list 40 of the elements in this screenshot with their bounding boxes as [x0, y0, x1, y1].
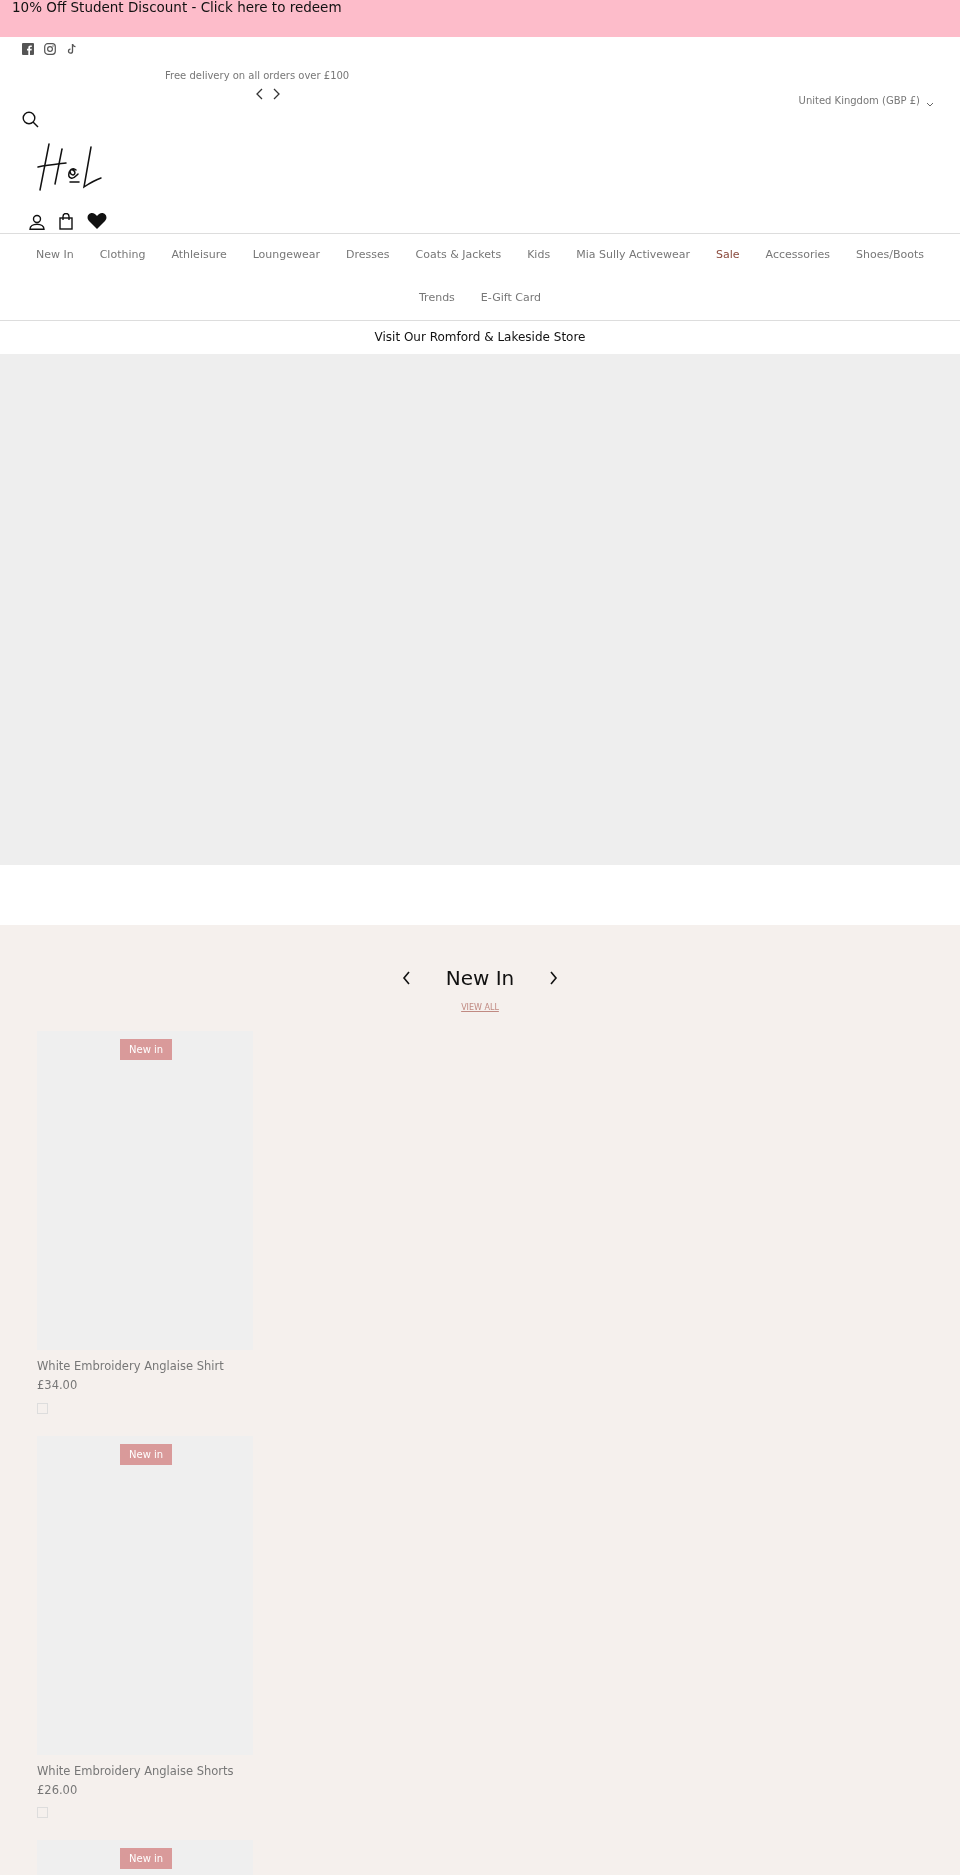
tiktok-icon[interactable] — [66, 43, 78, 55]
nav-link[interactable]: Trends — [406, 277, 468, 320]
color-swatch[interactable] — [37, 1402, 48, 1414]
instagram-icon[interactable] — [44, 43, 56, 55]
nav-link[interactable]: E-Gift Card — [467, 277, 554, 320]
product-badge: New in — [120, 1848, 173, 1869]
announcement-text: Free delivery on all orders over £100 — [165, 69, 350, 83]
search-icon[interactable] — [22, 111, 39, 128]
chevron-left-icon[interactable] — [401, 971, 412, 985]
view-all-link[interactable]: VIEW ALL — [461, 1002, 499, 1014]
product-badge: New in — [120, 1039, 173, 1060]
nav-link[interactable]: Sale — [703, 234, 753, 277]
nav-link[interactable]: Kids — [514, 234, 564, 277]
chevron-left-icon[interactable] — [255, 88, 265, 100]
account-icon[interactable] — [29, 214, 45, 230]
product-title[interactable]: White Embroidery Anglaise Shorts — [37, 1762, 960, 1780]
chevron-right-icon[interactable] — [548, 971, 559, 985]
store-banner-text: Visit Our Romford & Lakeside Store — [373, 329, 587, 346]
facebook-icon[interactable] — [22, 43, 34, 55]
nav-link[interactable]: Loungewear — [239, 234, 334, 277]
bag-icon[interactable] — [59, 213, 73, 230]
nav-link[interactable]: Shoes/Boots — [843, 234, 938, 277]
chevron-right-icon[interactable] — [271, 88, 281, 100]
section-heading: New In — [445, 965, 515, 992]
product-badge: New in — [120, 1443, 173, 1465]
nav-link[interactable]: Dresses — [333, 234, 403, 277]
nav-link[interactable]: Clothing — [86, 234, 159, 277]
nav-link[interactable]: New In — [22, 234, 87, 277]
country-selector[interactable]: United Kingdom (GBP £) — [798, 93, 934, 108]
product-price: £34.00 — [37, 1377, 79, 1395]
color-swatch[interactable] — [37, 1807, 48, 1818]
nav-link[interactable]: Coats & Jackets — [402, 234, 515, 277]
product-price: £26.00 — [37, 1781, 79, 1799]
promo-banner-link[interactable]: 10% Off Student Discount - Click here to redeem — [0, 0, 960, 37]
chevron-down-icon — [926, 102, 934, 108]
product-title[interactable]: White Embroidery Anglaise Shirt — [37, 1358, 960, 1376]
nav-link[interactable]: Mia Sully Activewear — [563, 234, 704, 277]
heart-icon[interactable] — [87, 212, 107, 230]
nav-link[interactable]: Accessories — [752, 234, 844, 277]
nav-link[interactable]: Athleisure — [158, 234, 240, 277]
